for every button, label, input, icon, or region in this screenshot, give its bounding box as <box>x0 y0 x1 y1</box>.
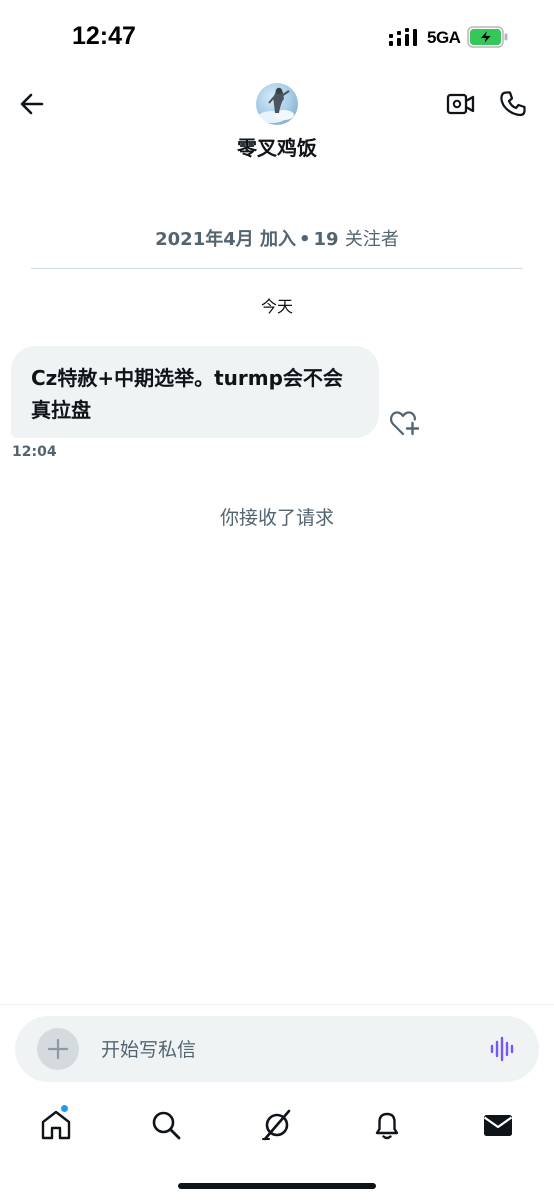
back-arrow-icon[interactable] <box>16 88 48 120</box>
bell-icon[interactable] <box>370 1108 404 1142</box>
voice-waveform-icon[interactable] <box>489 1036 517 1062</box>
message-text: Cz特赦+中期选举。turmp会不会真拉盘 <box>31 366 343 422</box>
message-input[interactable] <box>101 1036 461 1064</box>
status-time: 12:47 <box>72 22 136 50</box>
avatar[interactable] <box>256 83 298 125</box>
dm-conversation-screen: 12:47 5GA 零叉鸡饭 2021年4月 加入 • 19 关注者 今天 Cz… <box>0 0 554 1200</box>
battery-charging-icon <box>467 26 508 48</box>
message-bubble[interactable]: Cz特赦+中期选举。turmp会不会真拉盘 <box>11 346 379 438</box>
divider <box>31 268 523 269</box>
message-timestamp: 12:04 <box>12 444 57 460</box>
add-media-button[interactable] <box>37 1028 79 1070</box>
home-icon[interactable] <box>39 1108 73 1142</box>
tab-bar <box>0 1100 554 1150</box>
phone-icon[interactable] <box>498 89 528 119</box>
followers-count: 19 <box>313 229 339 250</box>
grok-icon[interactable] <box>260 1108 294 1142</box>
status-bar: 12:47 5GA <box>0 0 554 76</box>
network-label: 5GA <box>427 28 461 47</box>
search-icon[interactable] <box>149 1108 183 1142</box>
joined-date: 2021年4月 加入 <box>155 229 297 250</box>
followers-label: 关注者 <box>344 229 399 250</box>
plus-icon <box>47 1038 69 1060</box>
message-composer <box>15 1016 539 1082</box>
home-indicator <box>178 1183 376 1189</box>
heart-add-icon[interactable] <box>389 409 421 437</box>
avatar-image <box>258 87 294 123</box>
video-camera-icon[interactable] <box>446 91 476 117</box>
signal-icon <box>389 28 417 46</box>
info-separator: • <box>299 229 311 250</box>
envelope-icon[interactable] <box>481 1108 515 1142</box>
date-label: 今天 <box>260 297 293 316</box>
composer-divider <box>0 1004 554 1005</box>
request-accepted-notice: 你接收了请求 <box>219 507 334 529</box>
profile-join-info: 2021年4月 加入 • 19 关注者 <box>0 225 554 251</box>
home-notification-badge <box>60 1104 69 1113</box>
contact-name[interactable]: 零叉鸡饭 <box>0 132 554 161</box>
